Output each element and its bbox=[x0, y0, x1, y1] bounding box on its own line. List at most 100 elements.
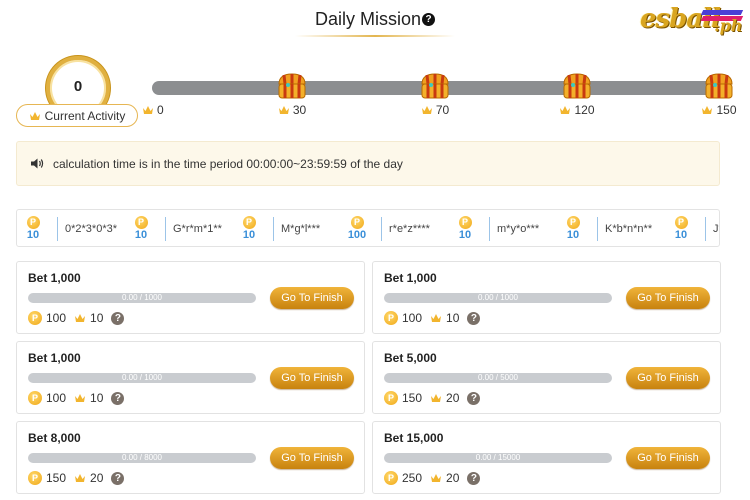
reward-activity: 20 bbox=[446, 471, 460, 485]
reward-activity: 20 bbox=[446, 391, 460, 405]
help-icon[interactable]: ? bbox=[111, 471, 125, 485]
help-icon[interactable]: ? bbox=[111, 391, 125, 405]
reward-activity: 20 bbox=[90, 471, 104, 485]
mission-card: Bet 15,000 0.00 / 15000 P 250 20? Go To Finis… bbox=[372, 421, 721, 494]
crown-icon bbox=[430, 313, 442, 323]
mission-progress-text: 0.00 / 8000 bbox=[121, 453, 163, 462]
mission-progress-bar: 0.00 / 8000 bbox=[28, 453, 256, 463]
crown-icon bbox=[559, 105, 571, 115]
treasure-chest-icon[interactable] bbox=[703, 72, 735, 100]
mission-progress-bar: 0.00 / 5000 bbox=[384, 373, 612, 383]
coin-icon: P bbox=[350, 216, 364, 229]
mission-card: Bet 8,000 0.00 / 8000 P 150 20? Go To Finish bbox=[16, 421, 365, 494]
ticker-divider bbox=[57, 217, 58, 241]
go-to-finish-button[interactable]: Go To Finish bbox=[626, 287, 710, 309]
mission-progress-bar: 0.00 / 15000 bbox=[384, 453, 612, 463]
help-icon[interactable]: ? bbox=[422, 13, 436, 26]
header: Daily Mission ? esball .ph bbox=[0, 0, 750, 40]
ticker-username: 0*2*3*0*3* bbox=[65, 223, 117, 235]
milestone-70[interactable]: 70 bbox=[410, 72, 460, 122]
mission-progress-text: 0.00 / 5000 bbox=[477, 373, 519, 382]
mission-card: Bet 1,000 0.00 / 1000 P 100 10? Go To Finish bbox=[372, 261, 721, 334]
treasure-chest-icon[interactable] bbox=[561, 72, 593, 100]
help-icon[interactable]: ? bbox=[467, 391, 481, 405]
ticker-amount: 100 bbox=[347, 229, 367, 241]
help-icon[interactable]: ? bbox=[467, 311, 481, 325]
coin-icon: P bbox=[134, 216, 148, 229]
ticker-divider bbox=[489, 217, 490, 241]
milestone-120[interactable]: 120 bbox=[552, 72, 602, 122]
help-icon[interactable]: ? bbox=[467, 471, 481, 485]
milestone-start: 0 bbox=[142, 103, 164, 117]
mission-progress-bar: 0.00 / 1000 bbox=[28, 373, 256, 383]
current-activity-label: Current Activity bbox=[44, 108, 126, 123]
ticker-item: m*y*o*** P 10 bbox=[479, 210, 587, 246]
go-to-finish-button[interactable]: Go To Finish bbox=[626, 367, 710, 389]
milestone-30[interactable]: 30 bbox=[267, 72, 317, 122]
go-to-finish-button[interactable]: Go To Finish bbox=[270, 367, 354, 389]
help-icon[interactable]: ? bbox=[111, 311, 125, 325]
coin-icon: P bbox=[384, 471, 398, 485]
coin-icon: P bbox=[242, 216, 256, 229]
treasure-chest-icon[interactable] bbox=[419, 72, 451, 100]
reward-activity: 10 bbox=[90, 391, 104, 405]
crown-icon bbox=[74, 473, 86, 483]
mission-progress-text: 0.00 / 15000 bbox=[475, 453, 521, 462]
mission-progress-text: 0.00 / 1000 bbox=[121, 293, 163, 302]
mission-title: Bet 15,000 bbox=[384, 431, 444, 445]
mission-rewards: P 250 20? bbox=[384, 471, 481, 485]
ticker-item: J*k*T*** bbox=[695, 210, 719, 246]
crown-icon bbox=[430, 393, 442, 403]
ticker-item: :: P10 bbox=[17, 210, 47, 246]
ticker-item: r*e*z**** P 10 bbox=[371, 210, 479, 246]
milestone-start-value: 0 bbox=[157, 103, 164, 117]
go-to-finish-button[interactable]: Go To Finish bbox=[626, 447, 710, 469]
ticker-item: K*b*n*n** P 10 bbox=[587, 210, 695, 246]
reward-coins: 100 bbox=[46, 391, 67, 405]
speaker-icon bbox=[31, 158, 44, 169]
crown-icon bbox=[421, 105, 433, 115]
ticker-username: J*k*T*** bbox=[713, 223, 719, 235]
go-to-finish-button[interactable]: Go To Finish bbox=[270, 287, 354, 309]
mission-title: Bet 8,000 bbox=[28, 431, 81, 445]
daily-mission-page: Daily Mission ? esball .ph 0 Current Act… bbox=[0, 0, 750, 500]
coin-icon: P bbox=[674, 216, 688, 229]
coin-icon: P bbox=[26, 216, 40, 229]
milestone-value: 70 bbox=[435, 103, 450, 117]
mission-progress-bar: 0.00 / 1000 bbox=[384, 293, 612, 303]
ticker-username: m*y*o*** bbox=[497, 223, 540, 235]
crown-icon bbox=[142, 105, 154, 115]
reward-coins: 250 bbox=[402, 471, 423, 485]
mission-rewards: P 100 10? bbox=[384, 311, 481, 325]
current-activity-badge: Current Activity bbox=[16, 104, 138, 127]
coin-icon: P bbox=[28, 471, 42, 485]
ticker-divider bbox=[273, 217, 274, 241]
mission-title: Bet 1,000 bbox=[28, 271, 81, 285]
coin-icon: P bbox=[566, 216, 580, 229]
crown-icon bbox=[74, 313, 86, 323]
notice-banner: calculation time is in the time period 0… bbox=[16, 141, 720, 186]
ticker-amount: 10 bbox=[26, 229, 40, 241]
ticker-username: K*b*n*n** bbox=[605, 223, 653, 235]
crown-icon bbox=[29, 111, 41, 121]
ticker-amount: 10 bbox=[242, 229, 256, 241]
crown-icon bbox=[278, 105, 290, 115]
ticker-amount: 10 bbox=[134, 229, 148, 241]
coin-icon: P bbox=[458, 216, 472, 229]
reward-coins: 100 bbox=[402, 311, 423, 325]
mission-card: Bet 1,000 0.00 / 1000 P 100 10? Go To Finish bbox=[16, 261, 365, 334]
ticker-divider bbox=[165, 217, 166, 241]
mission-rewards: P 100 10? bbox=[28, 391, 125, 405]
title-underline bbox=[295, 35, 455, 37]
treasure-chest-icon[interactable] bbox=[276, 72, 308, 100]
mission-progress-bar: 0.00 / 1000 bbox=[28, 293, 256, 303]
go-to-finish-button[interactable]: Go To Finish bbox=[270, 447, 354, 469]
page-title-text: Daily Mission bbox=[314, 9, 422, 29]
milestone-150[interactable]: 150 bbox=[694, 72, 744, 122]
mission-rewards: P 150 20? bbox=[384, 391, 481, 405]
ticker-amount: 10 bbox=[566, 229, 580, 241]
mission-card: Bet 5,000 0.00 / 5000 P 150 20? Go To Finish bbox=[372, 341, 721, 414]
mission-rewards: P 100 10? bbox=[28, 311, 125, 325]
milestone-value: 120 bbox=[574, 103, 595, 117]
crown-icon bbox=[74, 393, 86, 403]
